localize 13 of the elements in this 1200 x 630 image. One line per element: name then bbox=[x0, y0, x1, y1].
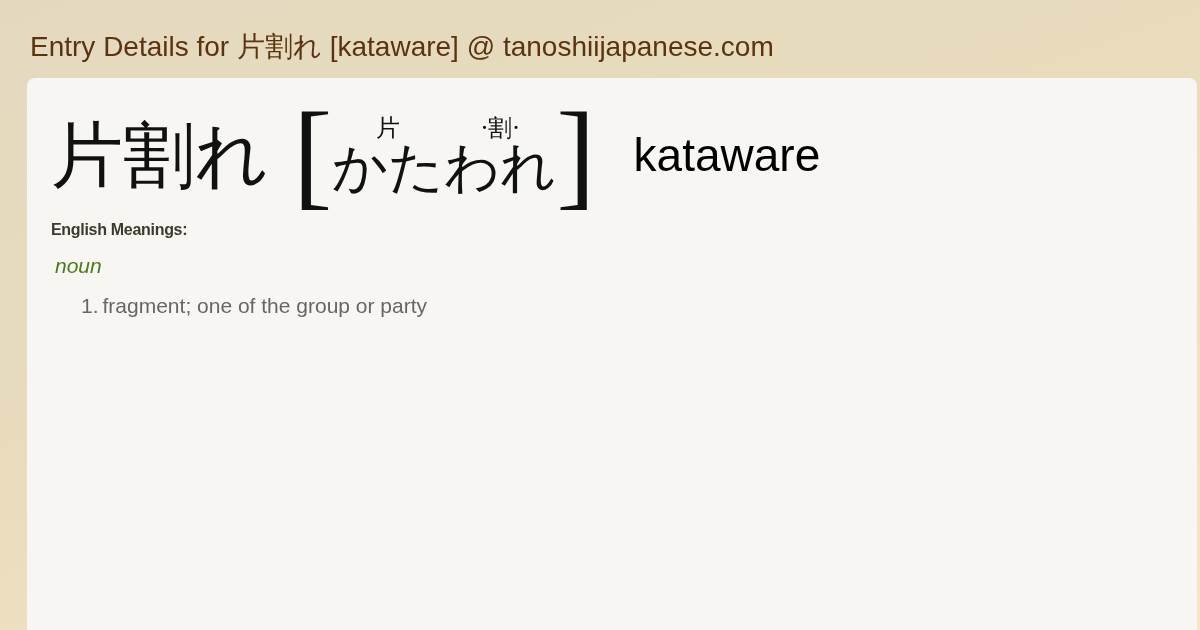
furigana-kanji: ·割· bbox=[480, 115, 520, 140]
section-heading: English Meanings: bbox=[51, 220, 189, 240]
headword: 片割れ bbox=[51, 119, 269, 191]
bracket: ] bbox=[556, 96, 596, 214]
kana-reading: かた bbox=[332, 139, 445, 195]
romaji-reading: kataware bbox=[633, 132, 821, 178]
kana-reading: われ bbox=[444, 139, 557, 195]
list-number: 1. bbox=[81, 292, 99, 319]
meaning-text: fragment; one of the group or party bbox=[102, 292, 428, 319]
bracket: [ bbox=[293, 96, 333, 214]
part-of-speech: noun bbox=[55, 253, 103, 279]
page-title: Entry Details for 片割れ [kataware] @ tanoshiijapanese.com bbox=[30, 31, 775, 63]
furigana-kanji: 片 bbox=[376, 115, 401, 140]
